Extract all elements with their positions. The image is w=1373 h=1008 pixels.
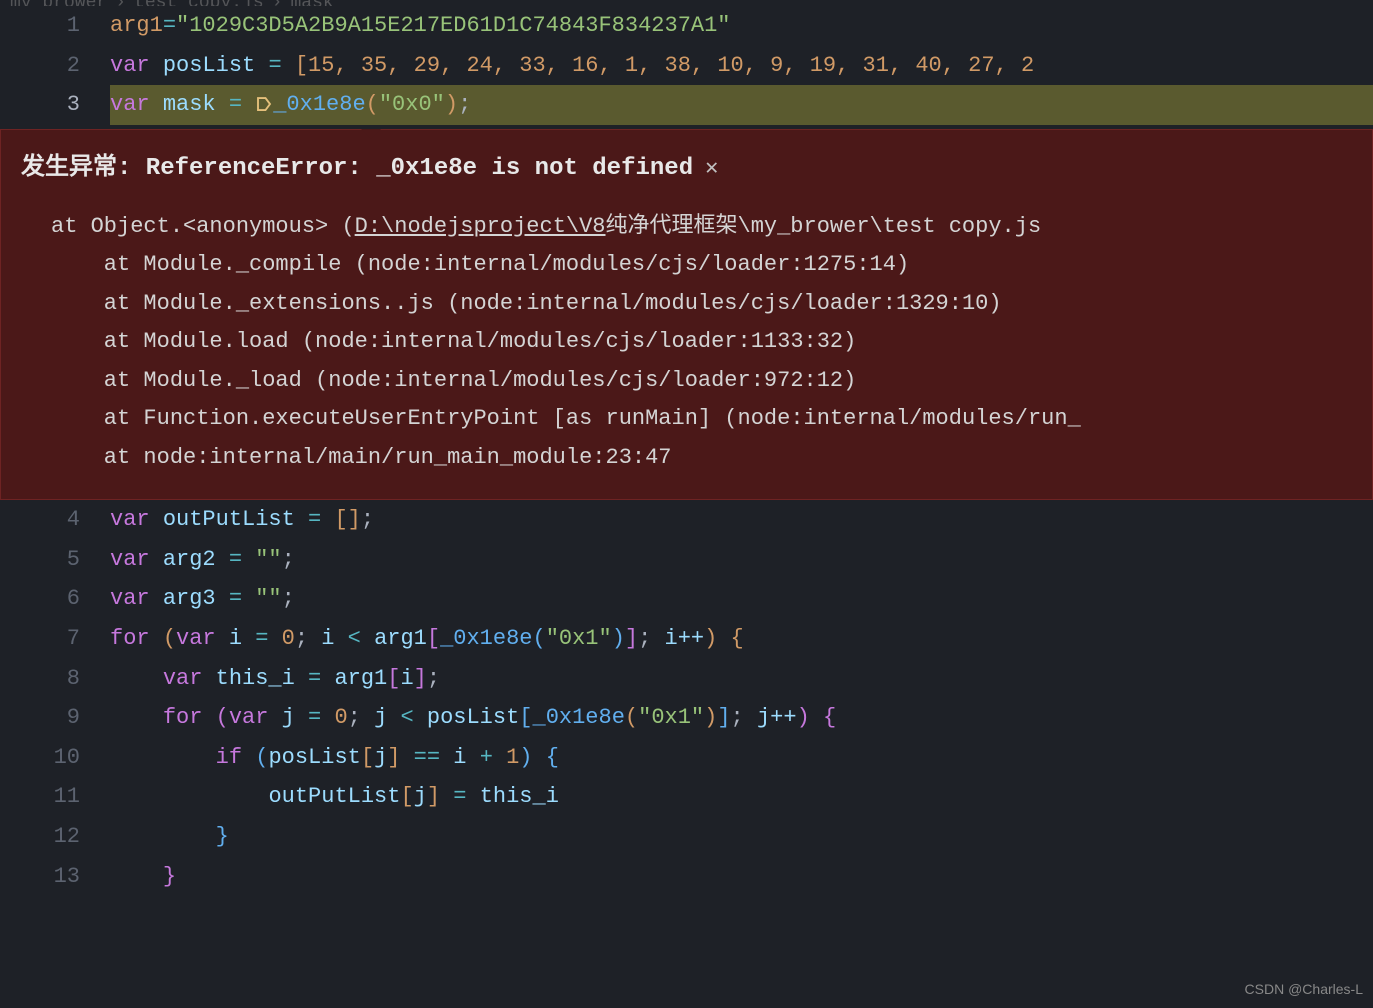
code-content[interactable]: }	[110, 817, 1373, 857]
code-content[interactable]: arg1="1029C3D5A2B9A15E217ED61D1C74843F83…	[110, 6, 1373, 46]
code-editor[interactable]: 1 arg1="1029C3D5A2B9A15E217ED61D1C74843F…	[0, 6, 1373, 896]
code-content[interactable]: var arg3 = "";	[110, 579, 1373, 619]
exception-title: 发生异常: ReferenceError: _0x1e8e is not def…	[21, 148, 1352, 190]
code-line[interactable]: 9 for (var j = 0; j < posList[_0x1e8e("0…	[0, 698, 1373, 738]
line-number: 5	[0, 540, 110, 580]
close-icon[interactable]: ✕	[705, 150, 718, 189]
code-content[interactable]: for (var i = 0; i < arg1[_0x1e8e("0x1")]…	[110, 619, 1373, 659]
code-line[interactable]: 8 var this_i = arg1[i];	[0, 659, 1373, 699]
code-content[interactable]: var posList = [15, 35, 29, 24, 33, 16, 1…	[110, 46, 1373, 86]
line-number: 6	[0, 579, 110, 619]
stack-frame: at Module._compile (node:internal/module…	[51, 252, 909, 277]
line-number: 8	[0, 659, 110, 699]
exception-message: 发生异常: ReferenceError: _0x1e8e is not def…	[21, 148, 693, 190]
stack-frame-link[interactable]: D:\nodejsproject\V8	[355, 214, 606, 239]
code-line-paused[interactable]: 3 var mask = _0x1e8e("0x0");	[0, 85, 1373, 125]
line-number: 4	[0, 500, 110, 540]
line-number: 3	[0, 85, 110, 125]
watermark: CSDN @Charles-L	[1245, 977, 1363, 1002]
line-number: 12	[0, 817, 110, 857]
line-number: 7	[0, 619, 110, 659]
line-number: 13	[0, 857, 110, 897]
stack-frame: at Module._extensions..js (node:internal…	[51, 291, 1002, 316]
exception-pointer-icon	[361, 129, 381, 139]
code-line[interactable]: 4 var outPutList = [];	[0, 500, 1373, 540]
code-line[interactable]: 7 for (var i = 0; i < arg1[_0x1e8e("0x1"…	[0, 619, 1373, 659]
code-line[interactable]: 11 outPutList[j] = this_i	[0, 777, 1373, 817]
code-line[interactable]: 2 var posList = [15, 35, 29, 24, 33, 16,…	[0, 46, 1373, 86]
code-content[interactable]: var outPutList = [];	[110, 500, 1373, 540]
line-number: 10	[0, 738, 110, 778]
stack-frame: at Module._load (node:internal/modules/c…	[51, 368, 856, 393]
code-line[interactable]: 10 if (posList[j] == i + 1) {	[0, 738, 1373, 778]
line-number: 2	[0, 46, 110, 86]
code-content[interactable]: if (posList[j] == i + 1) {	[110, 738, 1373, 778]
code-content[interactable]: for (var j = 0; j < posList[_0x1e8e("0x1…	[110, 698, 1373, 738]
stack-frame: at node:internal/main/run_main_module:23…	[51, 445, 672, 470]
line-number: 1	[0, 6, 110, 46]
line-number: 9	[0, 698, 110, 738]
code-line[interactable]: 13 }	[0, 857, 1373, 897]
stack-frame: at Module.load (node:internal/modules/cj…	[51, 329, 856, 354]
code-content[interactable]: }	[110, 857, 1373, 897]
code-content[interactable]: var mask = _0x1e8e("0x0");	[110, 85, 1373, 125]
code-content[interactable]: var arg2 = "";	[110, 540, 1373, 580]
line-number: 11	[0, 777, 110, 817]
code-content[interactable]: var this_i = arg1[i];	[110, 659, 1373, 699]
code-content[interactable]: outPutList[j] = this_i	[110, 777, 1373, 817]
exception-stack: at Object.<anonymous> (D:\nodejsproject\…	[21, 208, 1352, 478]
code-line[interactable]: 5 var arg2 = "";	[0, 540, 1373, 580]
exception-panel: 发生异常: ReferenceError: _0x1e8e is not def…	[0, 129, 1373, 501]
code-line[interactable]: 6 var arg3 = "";	[0, 579, 1373, 619]
stack-frame: at Function.executeUserEntryPoint [as ru…	[51, 406, 1081, 431]
code-line[interactable]: 12 }	[0, 817, 1373, 857]
code-line[interactable]: 1 arg1="1029C3D5A2B9A15E217ED61D1C74843F…	[0, 6, 1373, 46]
inline-breakpoint-icon[interactable]	[255, 85, 273, 125]
